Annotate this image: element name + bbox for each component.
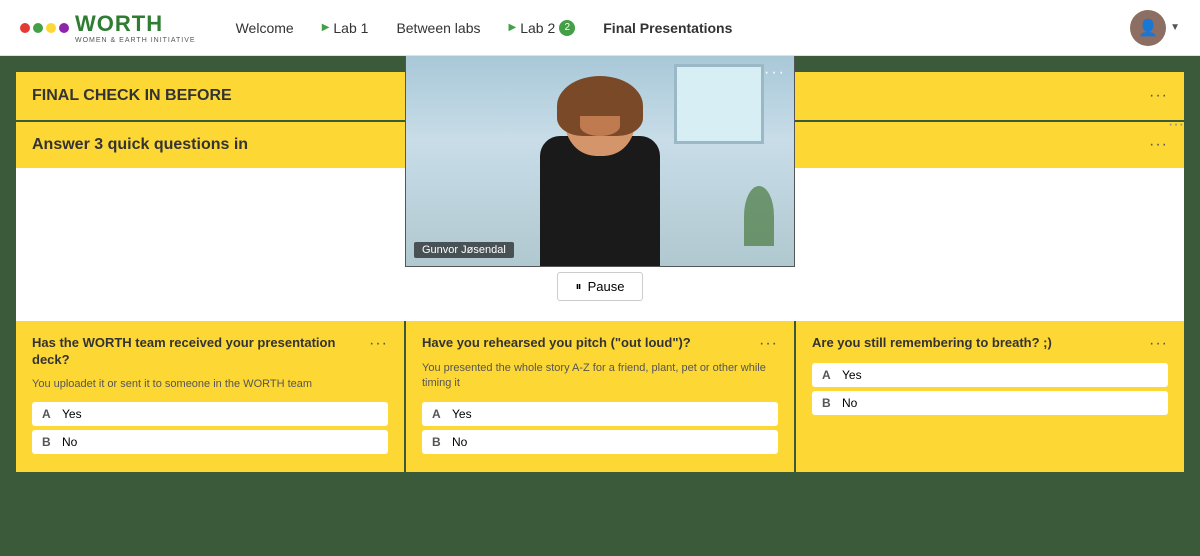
qa-option-0-a-letter: A: [42, 407, 54, 421]
qa-option-2-b[interactable]: B No: [812, 391, 1168, 415]
final-check-dots-menu[interactable]: ···: [1149, 88, 1168, 104]
quick-questions-dots-menu[interactable]: ···: [1149, 137, 1168, 153]
qa-card-2-dots[interactable]: ···: [1149, 335, 1168, 353]
final-check-text: FINAL CHECK IN BEFORE: [32, 87, 232, 105]
qa-card-2-header: Are you still remembering to breath? ;) …: [812, 335, 1168, 353]
qa-option-1-b[interactable]: B No: [422, 430, 778, 454]
video-plant: [744, 186, 774, 246]
nav-arrow-lab1: ▶: [322, 22, 330, 33]
logo-area: WORTH WOMEN & EARTH INITIATIVE: [20, 11, 196, 44]
video-dots-menu[interactable]: ···: [764, 64, 786, 82]
qa-card-1-dots[interactable]: ···: [759, 335, 778, 353]
qa-option-0-a-text: Yes: [62, 407, 82, 421]
qa-card-0-dots[interactable]: ···: [369, 335, 388, 353]
qa-option-1-a-letter: A: [432, 407, 444, 421]
top-right-dots-menu[interactable]: ···: [1168, 116, 1184, 134]
avatar: 👤: [1130, 10, 1166, 46]
qa-cards-row: Has the WORTH team received your present…: [16, 321, 1184, 472]
logo-dots: [20, 23, 69, 33]
logo-text: WORTH WOMEN & EARTH INITIATIVE: [75, 11, 196, 44]
logo-sub-text: WOMEN & EARTH INITIATIVE: [75, 37, 196, 44]
nav-final[interactable]: Final Presentations: [603, 20, 732, 36]
qa-card-2: Are you still remembering to breath? ;) …: [796, 321, 1184, 472]
nav-badge-lab2: 2: [559, 20, 575, 36]
nav-arrow-lab2: ▶: [509, 22, 517, 33]
qa-option-0-a[interactable]: A Yes: [32, 402, 388, 426]
qa-question-1: Have you rehearsed you pitch ("out loud"…: [422, 335, 759, 352]
qa-question-2: Are you still remembering to breath? ;): [812, 335, 1149, 352]
qa-card-0: Has the WORTH team received your present…: [16, 321, 406, 472]
video-name-tag: Gunvor Jøsendal: [414, 242, 514, 258]
pause-label: Pause: [588, 279, 625, 294]
qa-option-0-b[interactable]: B No: [32, 430, 388, 454]
dot-red: [20, 23, 30, 33]
dot-purple: [59, 23, 69, 33]
qa-option-1-a-text: Yes: [452, 407, 472, 421]
qa-card-1-header: Have you rehearsed you pitch ("out loud"…: [422, 335, 778, 353]
nav-welcome[interactable]: Welcome: [236, 20, 294, 36]
dot-yellow: [46, 23, 56, 33]
video-person: [530, 81, 670, 266]
qa-card-0-header: Has the WORTH team received your present…: [32, 335, 388, 369]
qa-option-2-a-letter: A: [822, 368, 834, 382]
pause-button[interactable]: ⏸ Pause: [557, 272, 644, 301]
qa-option-2-a[interactable]: A Yes: [812, 363, 1168, 387]
video-frame: Gunvor Jøsendal ···: [406, 56, 794, 266]
qa-option-0-b-text: No: [62, 435, 77, 449]
qa-option-2-b-letter: B: [822, 396, 834, 410]
qa-description-0: You uploadet it or sent it to someone in…: [32, 377, 388, 392]
qa-description-1: You presented the whole story A-Z for a …: [422, 361, 778, 392]
qa-option-1-b-letter: B: [432, 435, 444, 449]
avatar-caret: ▼: [1170, 22, 1180, 33]
nav-between[interactable]: Between labs: [396, 20, 480, 36]
qa-option-1-a[interactable]: A Yes: [422, 402, 778, 426]
qa-option-2-a-text: Yes: [842, 368, 862, 382]
main-nav: Welcome ▶ Lab 1 Between labs ▶ Lab 2 2 F…: [236, 20, 1131, 36]
qa-card-1: Have you rehearsed you pitch ("out loud"…: [406, 321, 796, 472]
person-head: [565, 81, 635, 156]
pause-icon: ⏸: [576, 279, 582, 294]
qa-option-0-b-letter: B: [42, 435, 54, 449]
dot-green: [33, 23, 43, 33]
person-face: [580, 116, 620, 136]
video-window: [674, 64, 764, 144]
nav-lab1[interactable]: ▶ Lab 1: [322, 20, 369, 36]
video-overlay: Gunvor Jøsendal ···: [405, 56, 795, 267]
qa-question-0: Has the WORTH team received your present…: [32, 335, 369, 369]
header: WORTH WOMEN & EARTH INITIATIVE Welcome ▶…: [0, 0, 1200, 56]
qa-option-2-b-text: No: [842, 396, 857, 410]
user-avatar-area[interactable]: 👤 ▼: [1130, 10, 1180, 46]
quick-questions-text: Answer 3 quick questions in: [32, 136, 248, 154]
qa-option-1-b-text: No: [452, 435, 467, 449]
logo-worth-text: WORTH: [75, 11, 196, 37]
nav-lab2[interactable]: ▶ Lab 2 2: [509, 20, 576, 36]
main-content: ··· Gunvor Jøsendal ···: [0, 56, 1200, 472]
